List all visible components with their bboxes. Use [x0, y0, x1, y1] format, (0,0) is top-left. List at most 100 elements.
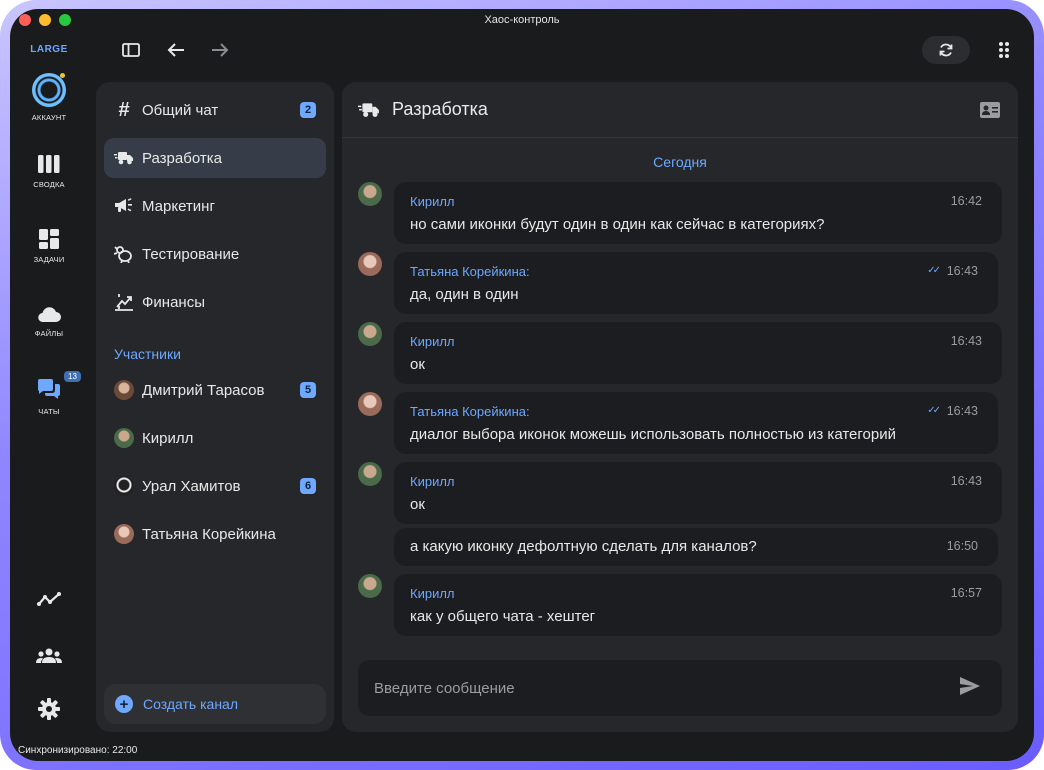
back-button[interactable]: [163, 37, 189, 63]
member-name: Дмитрий Тарасов: [142, 381, 265, 399]
chat-icon: [38, 379, 60, 399]
member-name: Татьяна Корейкина: [142, 525, 276, 543]
sidebar-toggle-button[interactable]: [118, 37, 144, 63]
app-window: Хаос-контроль LARGE АККАУНТ СВОДКА ЗАДАЧ…: [10, 9, 1034, 761]
message-time: 16:57: [950, 586, 982, 600]
sidebar-toggle-icon: [122, 43, 140, 57]
avatar: [114, 476, 134, 496]
channel-item-general[interactable]: # Общий чат 2: [104, 90, 326, 130]
member-name: Кирилл: [142, 429, 194, 447]
message-input[interactable]: [358, 660, 928, 716]
columns-icon: [38, 155, 60, 173]
message-author: Татьяна Корейкина:: [410, 264, 530, 279]
rail-item-files[interactable]: ФАЙЛЫ: [10, 305, 88, 338]
rail-label-summary: СВОДКА: [33, 180, 65, 189]
message-time: 16:42: [950, 194, 982, 208]
contact-card-icon[interactable]: [980, 102, 1000, 123]
message-bubble[interactable]: Кирилл 16:57 как у общего чата - хештег: [394, 574, 1002, 636]
analytics-icon: [37, 592, 61, 606]
refresh-button[interactable]: [922, 36, 970, 64]
avatar: [358, 252, 382, 276]
send-button[interactable]: [960, 677, 980, 700]
device-frame: Хаос-контроль LARGE АККАУНТ СВОДКА ЗАДАЧ…: [0, 0, 1044, 770]
create-channel-button[interactable]: + Создать канал: [104, 684, 326, 724]
rail-item-account[interactable]: АККАУНТ: [10, 73, 88, 122]
message-text: ок: [410, 496, 425, 513]
chat-panel: Разработка Сегодня Кирилл 16:42 но сами …: [342, 82, 1018, 732]
message-bubble[interactable]: Кирилл 16:43 ок: [394, 322, 1002, 384]
member-item[interactable]: Урал Хамитов 6: [104, 466, 326, 506]
message-time: 16:43: [946, 404, 978, 418]
message-text: но сами иконки будут один в один как сей…: [410, 216, 825, 233]
member-item[interactable]: Татьяна Корейкина: [104, 514, 326, 554]
day-separator: Сегодня: [653, 154, 707, 170]
member-item[interactable]: Дмитрий Тарасов 5: [104, 370, 326, 410]
rail-item-settings[interactable]: [10, 698, 88, 720]
message-bubble[interactable]: Кирилл 16:43 ок: [394, 462, 1002, 524]
unread-badge: 5: [300, 382, 316, 398]
channel-item-testing[interactable]: Тестирование: [104, 234, 326, 274]
chat-title: Разработка: [392, 99, 488, 119]
nav-rail: LARGE АККАУНТ СВОДКА ЗАДАЧИ ФАЙЛЫ 13 ЧАТ…: [10, 31, 88, 741]
forward-button[interactable]: [207, 37, 233, 63]
avatar: [358, 322, 382, 346]
chart-icon: [114, 292, 134, 312]
message-bubble[interactable]: Татьяна Корейкина: ✓✓ 16:43 диалог выбор…: [394, 392, 998, 454]
message-author: Кирилл: [410, 474, 455, 489]
channels-panel: # Общий чат 2 Разработка Маркетинг Тести…: [96, 82, 334, 732]
message-text: ок: [410, 356, 425, 373]
message-time: 16:43: [950, 334, 982, 348]
rail-label-tasks: ЗАДАЧИ: [33, 255, 65, 264]
rail-label-account: АККАУНТ: [31, 113, 67, 122]
message-text: как у общего чата - хештег: [410, 608, 596, 625]
channel-item-finance[interactable]: Финансы: [104, 282, 326, 322]
message-author: Кирилл: [410, 334, 455, 349]
avatar: [358, 574, 382, 598]
window-title: Хаос-контроль: [484, 14, 560, 26]
menu-button[interactable]: [991, 37, 1017, 63]
rail-item-analytics[interactable]: [10, 591, 88, 607]
chats-unread-badge: 13: [64, 371, 81, 382]
avatar: [114, 380, 134, 400]
rail-item-chats[interactable]: 13 ЧАТЫ: [10, 371, 88, 416]
avatar: [114, 524, 134, 544]
refresh-icon: [939, 43, 953, 57]
group-icon: [36, 648, 62, 663]
message-bubble[interactable]: 16:50 а какую иконку дефолтную сделать д…: [394, 528, 998, 566]
title-bar: Хаос-контроль: [10, 9, 1034, 31]
channel-item-development[interactable]: Разработка: [104, 138, 326, 178]
member-name: Урал Хамитов: [142, 477, 241, 495]
close-window-button[interactable]: [19, 14, 31, 26]
message-text: а какую иконку дефолтную сделать для кан…: [410, 538, 757, 555]
message-author: Кирилл: [410, 586, 455, 601]
message-time: 16:43: [946, 264, 978, 278]
rail-item-summary[interactable]: СВОДКА: [10, 154, 88, 189]
zoom-window-button[interactable]: [59, 14, 71, 26]
unread-badge: 6: [300, 478, 316, 494]
minimize-window-button[interactable]: [39, 14, 51, 26]
back-arrow-icon: [167, 43, 184, 57]
message-bubble[interactable]: Татьяна Корейкина: ✓✓ 16:43 да, один в о…: [394, 252, 998, 314]
status-dot: [60, 73, 65, 78]
member-item[interactable]: Кирилл: [104, 418, 326, 458]
message-author: Кирилл: [410, 194, 455, 209]
read-checkmarks-icon: ✓✓: [927, 405, 941, 416]
plus-icon: +: [115, 695, 133, 713]
channel-label: Общий чат: [142, 101, 219, 119]
message-bubble[interactable]: Кирилл 16:42 но сами иконки будут один в…: [394, 182, 1002, 244]
channel-item-marketing[interactable]: Маркетинг: [104, 186, 326, 226]
dashboard-icon: [39, 229, 59, 249]
message-text: да, один в один: [410, 286, 519, 303]
forward-arrow-icon: [212, 43, 229, 57]
account-avatar: [32, 73, 66, 107]
cloud-icon: [38, 307, 61, 323]
channel-label: Разработка: [142, 149, 222, 167]
rail-item-tasks[interactable]: ЗАДАЧИ: [10, 229, 88, 264]
send-icon: [960, 677, 980, 695]
channel-label: Маркетинг: [142, 197, 215, 215]
avatar: [358, 182, 382, 206]
avatar: [358, 462, 382, 486]
rail-item-team[interactable]: [10, 648, 88, 664]
menu-dots-icon: [999, 42, 1009, 58]
settings-icon: [38, 698, 60, 720]
